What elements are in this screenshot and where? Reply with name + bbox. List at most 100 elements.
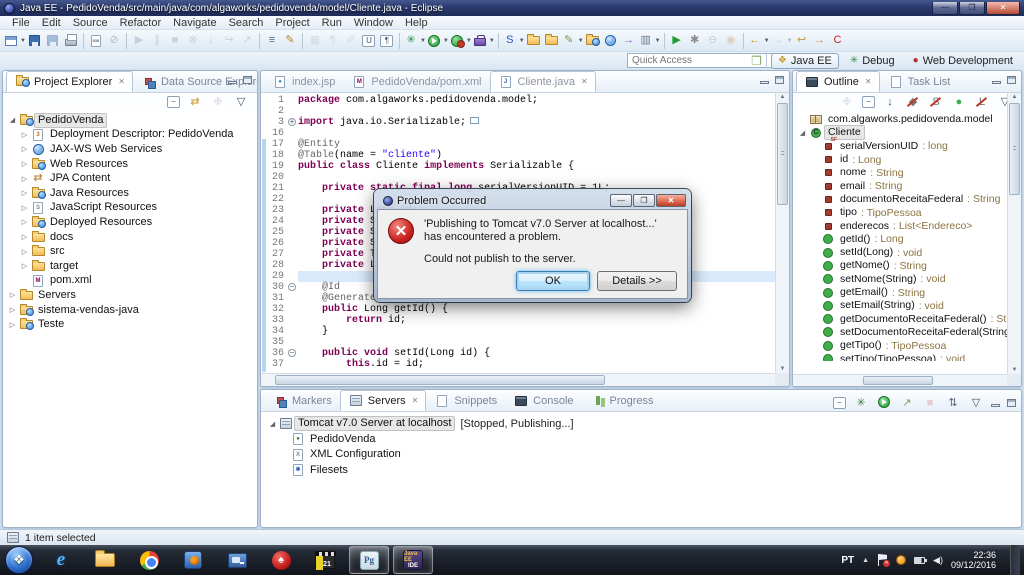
- outline-item-settipo-tipopessoa[interactable]: setTipo(TipoPessoa) : void: [795, 352, 1021, 361]
- code-line-34[interactable]: 34 }: [261, 326, 775, 337]
- menu-navigate[interactable]: Navigate: [167, 16, 222, 30]
- collapse-all-button[interactable]: −: [167, 96, 180, 108]
- close-tab-icon[interactable]: ✕: [118, 77, 125, 86]
- volume-icon[interactable]: ◀): [933, 555, 943, 566]
- perspective-java-ee[interactable]: ❖ Java EE: [770, 53, 839, 69]
- back-history-button[interactable]: ← ▼: [747, 32, 769, 50]
- suspend-button[interactable]: ∥: [148, 32, 166, 50]
- build-button[interactable]: ✱: [686, 32, 704, 50]
- media-player-classic-taskbar-button[interactable]: 321: [305, 546, 345, 574]
- action-center-icon[interactable]: ✕: [877, 554, 891, 567]
- tree-item-src[interactable]: ▷ src: [5, 244, 257, 259]
- forward-history-button[interactable]: → ▼: [770, 32, 793, 50]
- view-tab-servers[interactable]: Servers ✕: [339, 390, 427, 411]
- server-item-xml-configuration[interactable]: X XML Configuration: [265, 447, 1021, 463]
- last-edit-location-button[interactable]: ↩: [793, 32, 811, 50]
- tree-item-servers[interactable]: ▷ Servers: [5, 288, 257, 303]
- view-tab-console[interactable]: Console: [505, 390, 581, 411]
- window-minimize-button[interactable]: —: [932, 1, 958, 15]
- stop-server-button[interactable]: ■: [922, 396, 938, 410]
- code-line-20[interactable]: 20: [261, 172, 775, 183]
- tree-item-sistema-vendas-java[interactable]: ▷ sistema-vendas-java: [5, 303, 257, 318]
- server-item-filesets[interactable]: ✱ Filesets: [265, 463, 1021, 479]
- show-whitespace-button[interactable]: ¶: [324, 32, 342, 50]
- toggle-u-button[interactable]: U: [360, 32, 378, 50]
- hide-local-types-button[interactable]: L: [974, 95, 990, 109]
- outline-item-email[interactable]: email : String: [795, 179, 1021, 192]
- expand-arrow-icon[interactable]: ▷: [7, 321, 18, 329]
- open-type-button[interactable]: 010: [87, 32, 105, 50]
- save-all-button[interactable]: [44, 32, 62, 50]
- outline-horizontal-scrollbar[interactable]: [793, 374, 1007, 386]
- sync-folder-button[interactable]: [584, 32, 602, 50]
- server-item-tomcat-v7-0-server-at-localhost[interactable]: ◢ Tomcat v7.0 Server at localhost [Stopped…: [265, 416, 1021, 432]
- windows-explorer-taskbar-button[interactable]: [85, 546, 125, 574]
- profile-server-button[interactable]: ↗: [899, 396, 915, 410]
- editor-tab-cliente-java[interactable]: J Cliente.java ✕: [489, 71, 596, 92]
- new-wizard-button[interactable]: ▼: [3, 32, 26, 50]
- outline-item-cliente[interactable]: ◢ C Cliente: [795, 125, 1021, 141]
- dropdown-arrow-icon[interactable]: ▼: [787, 38, 793, 44]
- columns-button[interactable]: ▥ ▼: [638, 32, 660, 50]
- view-tab-project-explorer[interactable]: Project Explorer ✕: [6, 71, 133, 92]
- hide-fields-button[interactable]: ◆: [905, 95, 921, 109]
- dialog-maximize-button[interactable]: ❐: [633, 194, 655, 207]
- new-servlet-button[interactable]: S ▼: [502, 32, 525, 50]
- start-server-button[interactable]: [876, 395, 892, 411]
- collapse-arrow-icon[interactable]: ◢: [7, 116, 18, 124]
- block-selection-button[interactable]: ▦: [306, 32, 324, 50]
- menu-project[interactable]: Project: [269, 16, 315, 30]
- outline-item-getnome[interactable]: getNome() : String: [795, 259, 1021, 272]
- toggle-pilcrow-button[interactable]: ¶: [378, 32, 396, 50]
- tree-item-java-resources[interactable]: ▷ Java Resources: [5, 186, 257, 201]
- close-tab-icon[interactable]: ✕: [865, 77, 872, 86]
- dialog-close-button[interactable]: ✕: [656, 194, 686, 207]
- editor-tab-pedidovenda-pom-xml[interactable]: M PedidoVenda/pom.xml: [343, 71, 489, 92]
- expand-arrow-icon[interactable]: ▷: [19, 233, 30, 241]
- expand-arrow-icon[interactable]: ▷: [19, 160, 30, 168]
- maximize-servers-icon[interactable]: [1007, 399, 1016, 407]
- update-notifier-icon[interactable]: [896, 555, 907, 565]
- outline-item-nome[interactable]: nome : String: [795, 166, 1021, 179]
- editor-vertical-scrollbar[interactable]: ▲ ▼: [775, 93, 789, 373]
- minimize-servers-icon[interactable]: [991, 404, 1000, 407]
- resume-button[interactable]: ▶: [130, 32, 148, 50]
- profile-button[interactable]: C: [829, 32, 847, 50]
- dialog-minimize-button[interactable]: —: [610, 194, 632, 207]
- outline-item-com-algaworks-pedidovenda-model[interactable]: com.algaworks.pedidovenda.model: [795, 113, 1021, 126]
- code-line-37[interactable]: 37 this.id = id;: [261, 359, 775, 370]
- print-button[interactable]: [62, 32, 80, 50]
- tree-item-deployed-resources[interactable]: ▷ Deployed Resources: [5, 215, 257, 230]
- outline-item-getid[interactable]: getId() : Long: [795, 233, 1021, 246]
- outline-vertical-scrollbar[interactable]: ▲ ▼: [1007, 93, 1021, 374]
- window-close-button[interactable]: ✕: [986, 1, 1020, 15]
- web-browser-button[interactable]: [602, 32, 620, 50]
- menu-run[interactable]: Run: [316, 16, 348, 30]
- outline-item-tipo[interactable]: tipo : TipoPessoa: [795, 206, 1021, 219]
- maximize-outline-icon[interactable]: [1007, 76, 1016, 84]
- code-line-3[interactable]: 3 + import java.io.Serializable;: [261, 117, 775, 128]
- sort-button[interactable]: ↓: [882, 95, 898, 109]
- filters-button[interactable]: ❉: [210, 95, 226, 109]
- tree-item-pedidovenda[interactable]: ◢ PedidoVenda: [5, 112, 257, 128]
- menu-file[interactable]: File: [6, 16, 36, 30]
- dropdown-arrow-icon[interactable]: ▼: [578, 38, 584, 44]
- remote-desktop-taskbar-button[interactable]: [217, 546, 257, 574]
- fold-toggle-icon[interactable]: −: [287, 348, 298, 359]
- collapse-arrow-icon[interactable]: ◢: [797, 129, 808, 137]
- menu-source[interactable]: Source: [67, 16, 114, 30]
- fold-toggle-icon[interactable]: −: [287, 282, 298, 293]
- outline-item-enderecos[interactable]: enderecos : List<Endereco>: [795, 219, 1021, 232]
- tree-item-pom-xml[interactable]: Mpom.xml: [5, 274, 257, 289]
- tree-item-javascript-resources[interactable]: ▷ S JavaScript Resources: [5, 201, 257, 216]
- outline-item-setid-long[interactable]: setId(Long) : void: [795, 246, 1021, 259]
- menu-help[interactable]: Help: [399, 16, 434, 30]
- skip-all-breakpoints-button[interactable]: ⊘: [105, 32, 123, 50]
- outline-item-getdocumentoreceitafederal[interactable]: getDocumentoReceitaFederal() : String: [795, 312, 1021, 325]
- code-line-2[interactable]: 2: [261, 106, 775, 117]
- dropdown-arrow-icon[interactable]: ▼: [489, 38, 495, 44]
- collapse-all-button[interactable]: −: [833, 397, 846, 409]
- language-indicator[interactable]: PT: [841, 555, 854, 566]
- minimize-outline-icon[interactable]: [992, 81, 1001, 84]
- tree-item-teste[interactable]: ▷ Teste: [5, 317, 257, 332]
